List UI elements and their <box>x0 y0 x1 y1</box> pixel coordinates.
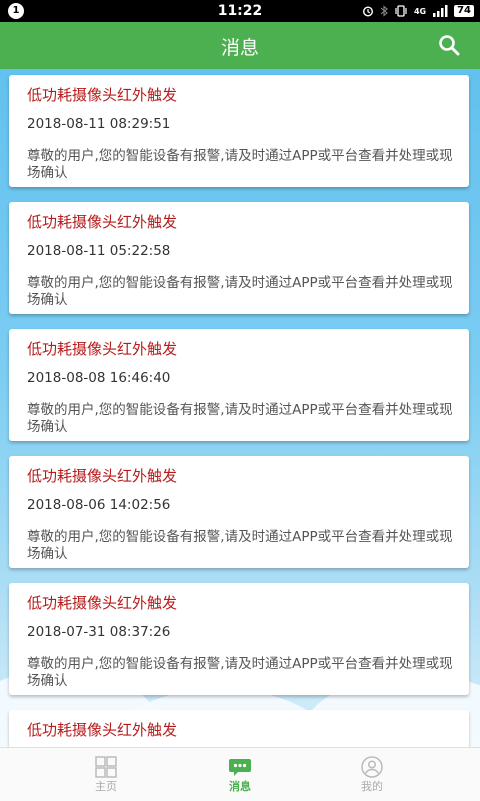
message-card[interactable]: 低功耗摄像头红外触发 2018-08-11 05:22:58 尊敬的用户,您的智… <box>9 202 469 314</box>
message-title: 低功耗摄像头红外触发 <box>27 86 178 104</box>
message-body: 尊敬的用户,您的智能设备有报警,请及时通过APP或平台查看并处理或现场确认 <box>27 529 453 562</box>
bluetooth-icon <box>380 5 388 17</box>
message-list[interactable]: 低功耗摄像头红外触发 2018-08-11 08:29:51 尊敬的用户,您的智… <box>0 69 480 747</box>
search-button[interactable] <box>438 34 460 56</box>
battery-level: 74 <box>454 5 474 17</box>
status-bar: 1 11:22 4G 74 <box>0 0 480 22</box>
bottom-nav: 主页 消息 我的 <box>0 747 480 801</box>
message-time: 2018-08-11 05:22:58 <box>27 243 171 259</box>
message-body: 尊敬的用户,您的智能设备有报警,请及时通过APP或平台查看并处理或现场确认 <box>27 275 453 308</box>
message-time: 2018-08-11 08:29:51 <box>27 116 171 132</box>
message-card[interactable]: 低功耗摄像头红外触发 <box>9 710 469 747</box>
search-icon <box>439 35 460 56</box>
message-card[interactable]: 低功耗摄像头红外触发 2018-07-31 08:37:26 尊敬的用户,您的智… <box>9 583 469 695</box>
app-header: 消息 <box>0 22 480 69</box>
alarm-clock-icon <box>362 6 373 17</box>
nav-item-profile[interactable]: 我的 <box>322 748 422 801</box>
nav-label-home: 主页 <box>95 780 117 793</box>
message-card[interactable]: 低功耗摄像头红外触发 2018-08-06 14:02:56 尊敬的用户,您的智… <box>9 456 469 568</box>
message-title: 低功耗摄像头红外触发 <box>27 721 178 739</box>
grid-icon <box>95 756 117 778</box>
user-icon <box>361 756 383 778</box>
vibrate-icon <box>395 5 407 17</box>
message-card[interactable]: 低功耗摄像头红外触发 2018-08-11 08:29:51 尊敬的用户,您的智… <box>9 75 469 187</box>
message-body: 尊敬的用户,您的智能设备有报警,请及时通过APP或平台查看并处理或现场确认 <box>27 148 453 181</box>
message-title: 低功耗摄像头红外触发 <box>27 467 178 485</box>
message-title: 低功耗摄像头红外触发 <box>27 340 178 358</box>
nav-item-home[interactable]: 主页 <box>56 748 156 801</box>
message-body: 尊敬的用户,您的智能设备有报警,请及时通过APP或平台查看并处理或现场确认 <box>27 402 453 435</box>
chat-bubble-icon <box>229 759 251 776</box>
message-title: 低功耗摄像头红外触发 <box>27 594 178 612</box>
message-time: 2018-07-31 08:37:26 <box>27 624 171 640</box>
message-title: 低功耗摄像头红外触发 <box>27 213 178 231</box>
page-title: 消息 <box>220 37 259 59</box>
nav-label-profile: 我的 <box>361 780 383 793</box>
message-body: 尊敬的用户,您的智能设备有报警,请及时通过APP或平台查看并处理或现场确认 <box>27 656 453 689</box>
message-card[interactable]: 低功耗摄像头红外触发 2018-08-08 16:46:40 尊敬的用户,您的智… <box>9 329 469 441</box>
message-time: 2018-08-06 14:02:56 <box>27 497 171 513</box>
signal-icon <box>433 5 448 17</box>
message-time: 2018-08-08 16:46:40 <box>27 370 171 386</box>
status-icons: 4G 74 <box>362 2 474 20</box>
network-type-label: 4G <box>413 6 427 16</box>
nav-label-messages: 消息 <box>229 780 251 793</box>
nav-item-messages[interactable]: 消息 <box>190 748 290 801</box>
